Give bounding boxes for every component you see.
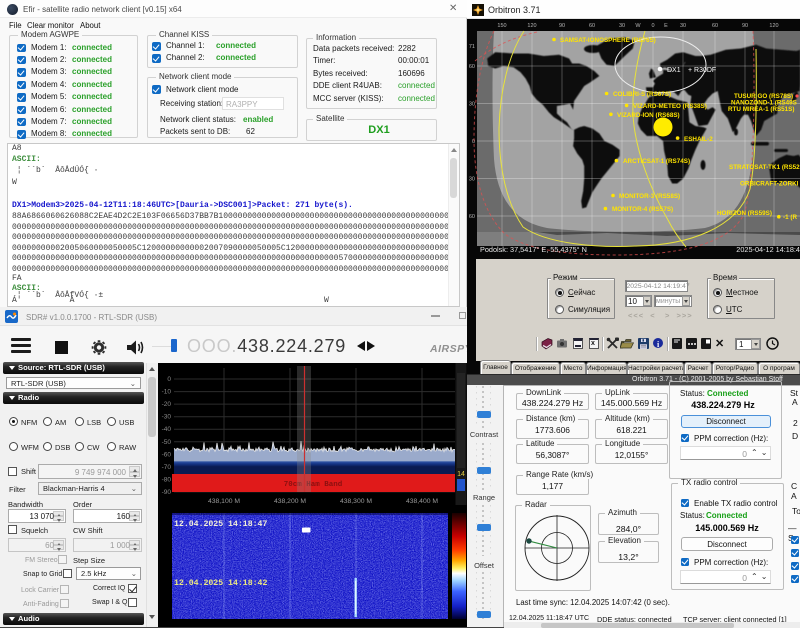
svg-text:438,100 M: 438,100 M <box>208 498 240 505</box>
svg-text:ARCTICSAT-1 (RS74S): ARCTICSAT-1 (RS74S) <box>623 158 690 165</box>
svg-text:MONITOR-3 (RS58S): MONITOR-3 (RS58S) <box>619 193 680 200</box>
svg-text:70cm Ham Band: 70cm Ham Band <box>284 481 343 489</box>
svg-text:90: 90 <box>559 23 565 29</box>
svg-text:30: 30 <box>680 23 686 29</box>
svg-text:0: 0 <box>651 23 654 29</box>
svg-text:2025-04-12 14:18:4: 2025-04-12 14:18:4 <box>736 245 800 254</box>
svg-text:12.04.2025 14:18:47: 12.04.2025 14:18:47 <box>174 520 267 529</box>
svg-text:0: 0 <box>167 376 171 383</box>
svg-text:-60: -60 <box>162 451 172 458</box>
svg-text:MONITOR-4 (RS57S): MONITOR-4 (RS57S) <box>612 206 673 213</box>
svg-text:-50: -50 <box>162 439 172 446</box>
svg-text:438,200 M: 438,200 M <box>274 498 306 505</box>
svg-text:30: 30 <box>469 177 475 183</box>
svg-text:-40: -40 <box>162 426 172 433</box>
svg-text:14: 14 <box>457 471 465 478</box>
svg-text:DX1: DX1 <box>667 67 681 74</box>
svg-text:STRATOSAT-TK1 (RS52: STRATOSAT-TK1 (RS52 <box>729 164 800 171</box>
svg-text:-30: -30 <box>162 414 172 421</box>
svg-text:SAMSAT-IONOSPHERE (RS76S): SAMSAT-IONOSPHERE (RS76S) <box>560 37 656 44</box>
svg-text:60: 60 <box>589 23 595 29</box>
svg-text:150: 150 <box>497 23 506 29</box>
svg-text:60: 60 <box>712 23 718 29</box>
svg-text:438,400 M: 438,400 M <box>406 498 438 505</box>
svg-text:VIZARD-METEO (RS38S): VIZARD-METEO (RS38S) <box>633 103 707 110</box>
svg-text:+ R30DF: + R30DF <box>688 67 716 74</box>
svg-text:60: 60 <box>469 64 475 70</box>
svg-text:-20: -20 <box>162 401 172 408</box>
svg-text:ORBICRAFT-ZORKI: ORBICRAFT-ZORKI <box>740 181 799 188</box>
svg-text:-90: -90 <box>162 489 172 496</box>
svg-text:HORIZON (RS59S): HORIZON (RS59S) <box>717 210 772 217</box>
svg-text:438,300 M: 438,300 M <box>340 498 372 505</box>
svg-text:ESHAIL-2: ESHAIL-2 <box>684 136 713 143</box>
svg-text:W: W <box>635 23 641 29</box>
svg-text:COLIBRI-S (RS67S): COLIBRI-S (RS67S) <box>613 91 671 98</box>
svg-text:VIZARD-ION (RS68S): VIZARD-ION (RS68S) <box>617 112 680 119</box>
svg-text:120: 120 <box>527 23 536 29</box>
svg-text:90: 90 <box>742 23 748 29</box>
svg-text:30: 30 <box>469 102 475 108</box>
svg-text:-1 (R: -1 (R <box>783 214 797 221</box>
svg-text:Podolsk: 37,5417° E, 55,4375°: Podolsk: 37,5417° E, 55,4375° N <box>480 245 587 254</box>
svg-text:-70: -70 <box>162 464 172 471</box>
svg-text:120: 120 <box>769 23 778 29</box>
svg-text:-80: -80 <box>162 476 172 483</box>
svg-text:RTU MIREA-1 (RS51S): RTU MIREA-1 (RS51S) <box>728 106 794 113</box>
svg-text:60: 60 <box>469 214 475 220</box>
svg-text:12.04.2025 14:18:42: 12.04.2025 14:18:42 <box>174 579 267 588</box>
svg-text:-10: -10 <box>162 389 172 396</box>
svg-text:30: 30 <box>619 23 625 29</box>
svg-text:E: E <box>664 23 668 29</box>
svg-text:71: 71 <box>469 44 475 50</box>
